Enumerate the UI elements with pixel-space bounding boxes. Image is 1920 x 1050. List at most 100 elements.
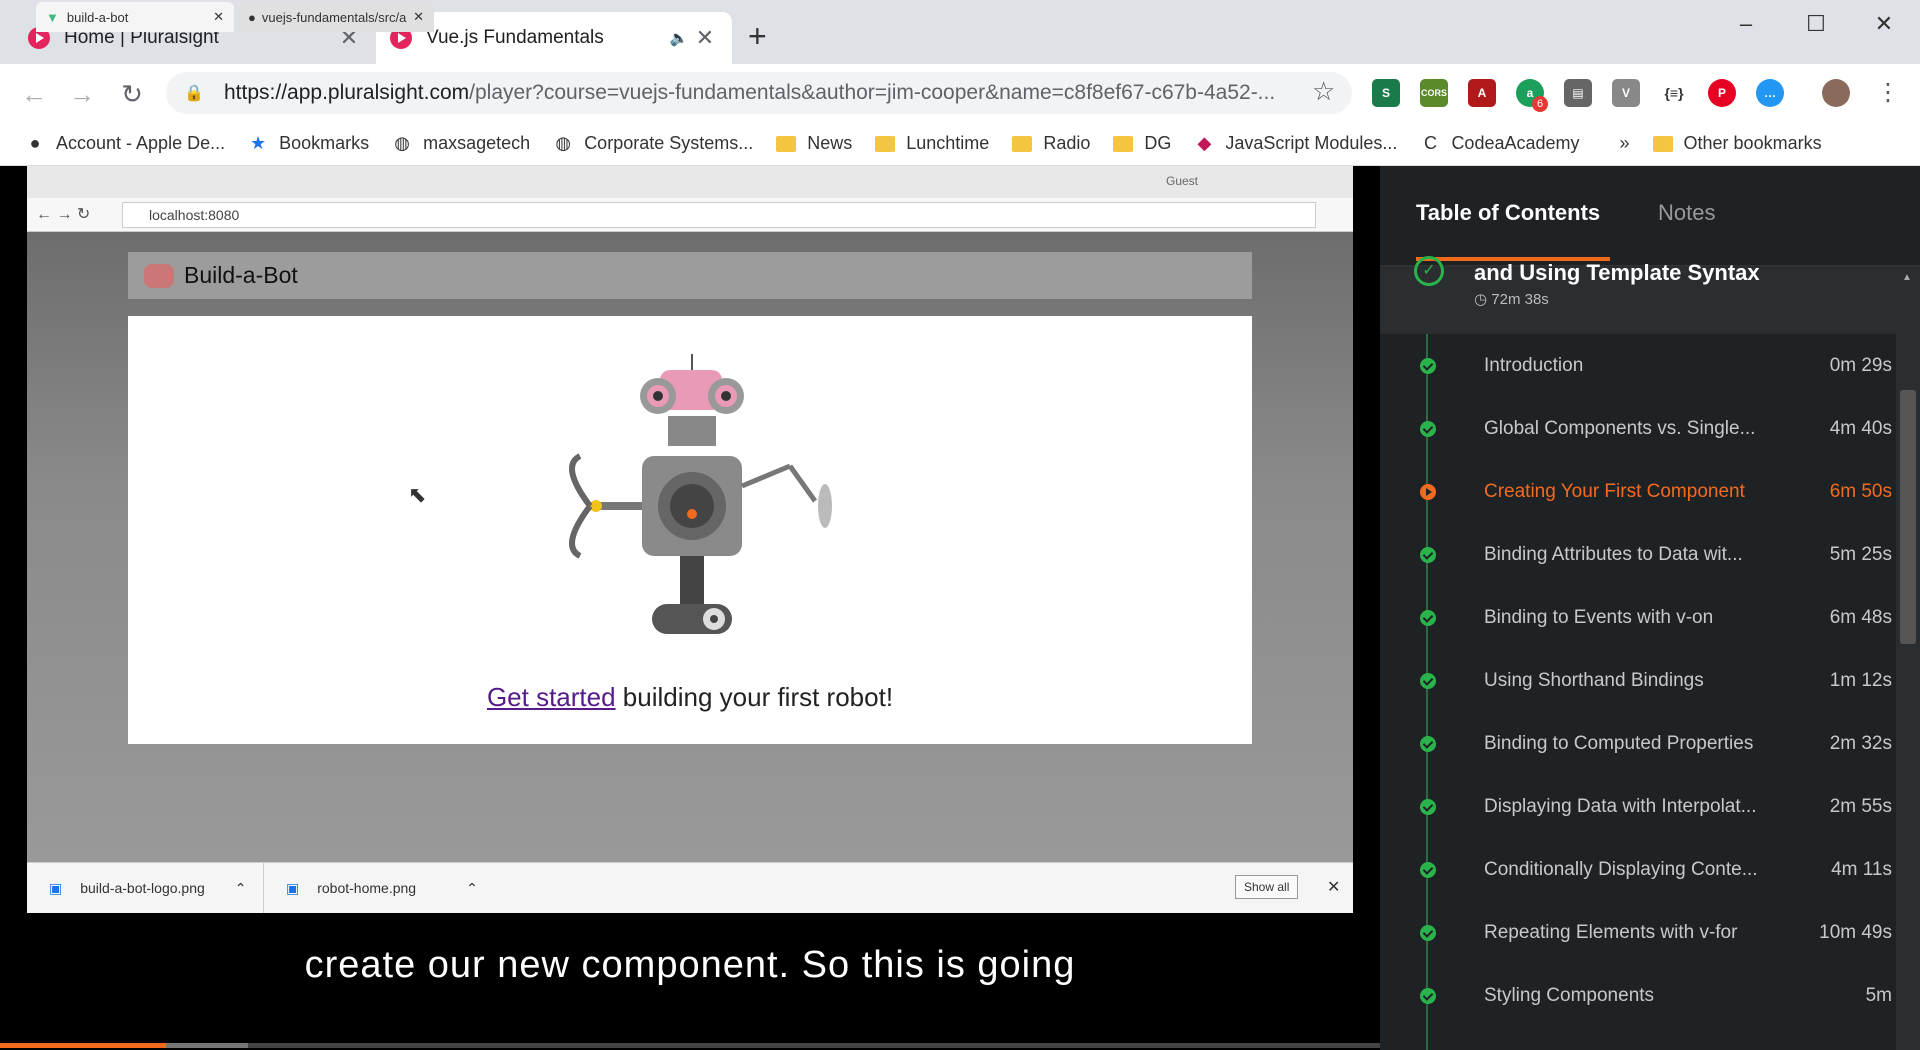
forward-icon[interactable]: → <box>62 74 102 114</box>
clip-title: Displaying Data with Interpolat... <box>1484 795 1757 817</box>
clip-duration: 4m 11s <box>1831 858 1892 880</box>
pdf-icon[interactable]: A <box>1468 79 1496 107</box>
other-bookmarks[interactable]: Other bookmarks <box>1652 133 1822 154</box>
sidebar-scrollbar[interactable]: ▲ <box>1896 266 1920 1050</box>
globe-icon: ◍ <box>394 133 410 153</box>
check-icon <box>1420 357 1436 374</box>
clip-row[interactable]: Styling Components 5m <box>1380 964 1896 1027</box>
clip-duration: 6m 50s <box>1829 480 1892 502</box>
reload-icon[interactable]: ↻ <box>112 74 152 114</box>
star-icon[interactable]: ☆ <box>1312 76 1335 107</box>
folder-icon <box>875 135 896 152</box>
url-path: /player?course=vuejs-fundamentals&author… <box>469 81 1276 104</box>
guest-label: Guest <box>1166 174 1199 188</box>
inner-tab-github: ● vuejs-fundamentals/src/a ✕ <box>238 2 434 32</box>
bookmark-item[interactable]: ◆ JavaScript Modules... <box>1193 133 1397 154</box>
back-icon[interactable]: ← <box>14 74 54 114</box>
back-icon: ← → ↻ <box>36 206 91 223</box>
address-bar[interactable]: 🔒 https://app.pluralsight.com /player?co… <box>166 72 1352 114</box>
check-icon <box>1420 546 1436 563</box>
scroll-up-icon[interactable]: ▲ <box>1902 272 1912 283</box>
check-icon <box>1420 987 1436 1004</box>
clip-title: Binding Attributes to Data wit... <box>1484 543 1743 565</box>
bookmark-folder[interactable]: Radio <box>1011 133 1090 154</box>
call-to-action: Get started building your first robot! <box>128 682 1252 713</box>
download-item: ▣ robot-home.png ⌃ <box>263 863 499 913</box>
bookmarks-bar: ● Account - Apple De... ★ Bookmarks ◍ maxsa… <box>0 122 1920 166</box>
inner-address-bar: localhost:8080 <box>122 202 1316 228</box>
comment-icon[interactable]: ▤ <box>1564 79 1592 107</box>
clip-row[interactable]: Binding Attributes to Data wit... 5m 25s <box>1380 523 1896 586</box>
clip-duration: 4m 40s <box>1829 417 1892 439</box>
close-icon[interactable]: ✕ <box>692 25 718 51</box>
menu-icon[interactable]: ⋮ <box>1876 78 1900 107</box>
video-caption: create our new component. So this is goi… <box>304 944 1076 986</box>
clock-icon: ◷ <box>1474 291 1492 308</box>
tab-table-of-contents[interactable]: Table of Contents <box>1416 200 1600 226</box>
messenger-icon[interactable]: … <box>1756 79 1784 107</box>
video-progress-bar[interactable] <box>0 1043 1380 1048</box>
scrollbar-thumb[interactable] <box>1900 390 1916 644</box>
bookmark-item[interactable]: ◍ Corporate Systems... <box>552 133 753 154</box>
inner-tab-build-a-bot: ▼ build-a-bot ✕ <box>36 2 234 32</box>
played-bar <box>0 1043 166 1048</box>
inner-tabstrip <box>27 166 1353 198</box>
check-icon <box>1420 861 1436 878</box>
apple-icon: ● <box>29 133 41 153</box>
download-item: ▣ build-a-bot-logo.png ⌃ <box>49 879 247 897</box>
extension-s-icon[interactable]: S <box>1372 79 1400 107</box>
clip-row[interactable]: Introduction 0m 29s <box>1380 334 1896 397</box>
download-bar: ▣ build-a-bot-logo.png ⌃ ▣ robot-home.png ⌃ … <box>27 862 1353 913</box>
github-icon: ● <box>248 9 256 25</box>
close-window-icon[interactable]: ✕ <box>1854 6 1914 42</box>
clip-row[interactable]: Displaying Data with Interpolat... 2m 55s <box>1380 775 1896 838</box>
tab-notes[interactable]: Notes <box>1658 200 1715 226</box>
js-modules-icon: ◆ <box>1197 133 1212 153</box>
get-started-link[interactable]: Get started <box>487 682 616 712</box>
clip-title: Introduction <box>1484 354 1584 376</box>
new-tab-button[interactable]: + <box>748 18 767 55</box>
clip-title: Creating Your First Component <box>1484 480 1745 502</box>
check-icon <box>1420 735 1436 752</box>
bookmark-item[interactable]: ★ Bookmarks <box>247 133 369 154</box>
extension-badge: 6 <box>1532 96 1548 112</box>
json-icon[interactable]: {≡} <box>1660 79 1688 107</box>
clip-title: Repeating Elements with v-for <box>1484 921 1738 943</box>
folder-icon <box>1113 135 1134 152</box>
star-icon: ★ <box>250 133 267 153</box>
maximize-icon[interactable]: ☐ <box>1786 6 1846 42</box>
clip-row[interactable]: Binding to Events with v-on 6m 48s <box>1380 586 1896 649</box>
cors-icon[interactable]: CORS <box>1420 79 1448 107</box>
clip-row[interactable]: Creating Your First Component 6m 50s <box>1380 460 1896 523</box>
bookmark-folder[interactable]: Lunchtime <box>874 133 989 154</box>
clip-title: Styling Components <box>1484 984 1655 1006</box>
bookmark-item[interactable]: ● Account - Apple De... <box>24 133 226 154</box>
file-icon: ▣ <box>286 879 300 896</box>
bookmark-folder[interactable]: DG <box>1112 133 1171 154</box>
clip-duration: 2m 55s <box>1829 795 1892 817</box>
file-icon: ▣ <box>49 879 63 896</box>
bookmark-item[interactable]: ◍ maxsagetech <box>391 133 530 154</box>
playing-icon <box>1420 483 1436 500</box>
clip-row[interactable]: Conditionally Displaying Conte... 4m 11s <box>1380 838 1896 901</box>
clip-row[interactable]: Using Shorthand Bindings 1m 12s <box>1380 649 1896 712</box>
bookmarks-overflow[interactable]: » <box>1620 133 1630 154</box>
minimize-icon[interactable]: – <box>1716 6 1776 42</box>
clip-row[interactable]: Global Components vs. Single... 4m 40s <box>1380 397 1896 460</box>
bookmark-folder[interactable]: News <box>775 133 852 154</box>
folder-icon <box>1012 135 1033 152</box>
tagline-text: building your first robot! <box>615 682 894 712</box>
module-complete-icon: ✓ <box>1414 256 1444 286</box>
clip-duration: 6m 48s <box>1829 606 1892 628</box>
clip-row[interactable]: Binding to Computed Properties 2m 32s <box>1380 712 1896 775</box>
profile-avatar[interactable] <box>1822 79 1850 107</box>
vue-devtools-icon[interactable]: V <box>1612 79 1640 107</box>
close-icon: ✕ <box>1327 879 1341 896</box>
speaker-icon[interactable]: 🔈 <box>666 29 692 47</box>
bookmark-item[interactable]: C CodeaAcademy <box>1419 133 1580 154</box>
clip-row[interactable]: Repeating Elements with v-for 10m 49s <box>1380 901 1896 964</box>
pinterest-icon[interactable]: P <box>1708 79 1736 107</box>
module-duration: ◷ 72m 38s <box>1474 291 1549 308</box>
mouse-cursor-icon: ⬉ <box>408 482 427 507</box>
chevron-up-icon: ⌃ <box>234 879 247 896</box>
